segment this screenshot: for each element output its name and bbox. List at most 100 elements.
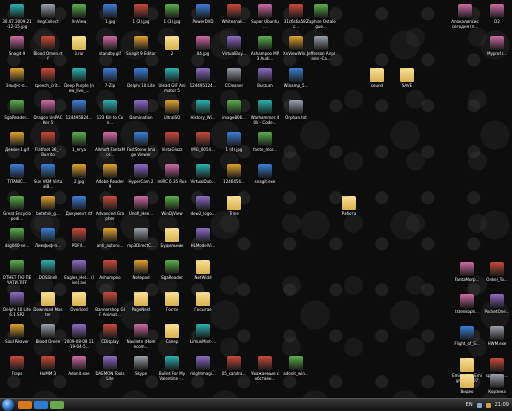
desktop-icon[interactable]: Flight_of_S... [452,326,482,358]
desktop-icon[interactable]: Orphan.txt [281,100,311,132]
desktop-icon[interactable]: 2009-08-08 11-19-04-5... [64,324,94,356]
desktop-icon[interactable]: Bullet For My Valentine -... [157,356,187,388]
desktop-icon[interactable]: Allmoft FantaMor... [95,132,125,164]
start-button[interactable] [2,399,14,411]
desktop-icon[interactable]: Демон-1.gif [2,132,32,164]
desktop-icon[interactable]: SgaReader... [2,100,32,132]
desktop-icon[interactable]: dsg040-se... [2,228,32,260]
desktop-icon[interactable]: Уважаемые собствен... [250,356,280,388]
desktop-icon[interactable]: standby.gif [95,36,125,68]
desktop-icon[interactable]: VistaGlazz [157,132,187,164]
desktop-icon[interactable]: Overlord [64,292,94,324]
desktop-icon[interactable]: History_Wi... [188,100,218,132]
desktop-icon[interactable]: FastStone Image Viewer [126,132,156,164]
desktop-icon[interactable]: 2.jpg [64,164,94,196]
desktop-icon[interactable]: Download Master [33,292,63,324]
desktop-icon[interactable]: Bannershop GIF Animat... [95,292,125,324]
desktop-icon[interactable]: 1 (4).jpg [219,132,249,164]
desktop-icon[interactable]: UltraISO [157,100,187,132]
language-indicator[interactable]: EN [466,402,473,408]
desktop-icon[interactable]: 124495124... [188,68,218,100]
desktop-icon[interactable]: 1 (2).jpg [126,4,156,36]
desktop-icon[interactable]: mightmagi... [188,356,218,388]
desktop-icon[interactable]: SgaReader [157,260,187,292]
desktop-icon[interactable]: Ashampoo MP3 Audi... [250,36,280,68]
desktop-icon[interactable]: Dragon UnPACKer 5 [33,100,63,132]
desktop-icon[interactable]: HoMM 3 [33,356,63,388]
desktop-icon[interactable]: adonit_win... [281,356,311,388]
clock[interactable]: 21:09 [495,402,509,408]
desktop-icon[interactable]: image806... [219,100,249,132]
desktop-icon[interactable]: Blood Omen.rtf [33,36,63,68]
desktop-icon[interactable]: LimuxMint-... [188,324,218,356]
desktop-icon[interactable]: Myprof.r... [482,36,512,68]
desktop-icon[interactable]: 1246456... [219,164,249,196]
desktop-icon[interactable]: 2 [157,36,187,68]
desktop-icon[interactable]: PageNest [126,292,156,324]
desktop-icon[interactable]: PocketOne... [482,294,512,326]
desktop-icon[interactable]: Trine [219,196,249,228]
desktop-icon[interactable]: Onkel_To... [482,262,512,294]
desktop-icon[interactable]: 05_sandra... [219,356,249,388]
desktop-icon[interactable]: PDF4... [64,228,94,260]
desktop-icon[interactable]: Winamp_5... [281,68,311,100]
desktop-icon[interactable]: mIRC 6.35 Rus [157,164,187,196]
desktop-icon[interactable]: Будильник [157,228,187,260]
desktop-icon[interactable]: sound [362,68,392,100]
desktop-icon[interactable]: Whitesnak... [219,4,249,36]
desktop-icon[interactable]: 04.jpg [188,36,218,68]
desktop-icon[interactable]: snagit.exe [250,164,280,196]
desktop-icon[interactable]: 3.rar [64,36,94,68]
desktop-icon[interactable]: Госыгае [188,292,218,324]
desktop-icon[interactable]: anti_autoru... [95,228,125,260]
desktop-icon[interactable]: Документ.rtf [64,196,94,228]
desktop-icon[interactable]: Eagles_Hel... (live).avi [64,260,94,292]
desktop-icon[interactable]: 1_ягуа [64,132,94,164]
desktop-icon[interactable]: VirtualDub... [188,164,218,196]
desktop-icon[interactable]: betehin_g... [33,196,63,228]
desktop-icon[interactable]: Ashampoo [95,260,125,292]
desktop-icon[interactable]: Warhammer 40k - Code... [250,100,280,132]
desktop-icon[interactable]: Zaphire Ostalogue... [306,4,336,36]
desktop-icon[interactable]: Blood Omen [33,324,63,356]
desktop-icon[interactable]: Super Ubuntu ... [250,4,280,36]
desktop-icon[interactable]: Корзина [482,374,512,398]
desktop-icon[interactable]: Notepad [126,260,156,292]
desktop-icon[interactable]: mp3DirectC... [126,228,156,260]
taskbar-app-icon[interactable] [34,401,48,409]
desktop-icon[interactable]: HWM.exe [482,326,512,358]
desktop-icon[interactable]: Работа [334,196,364,228]
desktop-icon[interactable]: Сапер [157,324,187,356]
desktop-icon[interactable]: Adobe Reader 9 [95,164,125,196]
desktop-icon[interactable]: 30.07.2009 21-12-15.jpg [2,4,32,36]
desktop-icon[interactable]: DAEMON Tools Lite [95,356,125,388]
desktop-icon[interactable]: Ulead GIF Animator 5 [157,68,187,100]
desktop-icon[interactable]: tstenkoph... [452,294,482,326]
desktop-icon[interactable]: Видео [452,374,482,398]
desktop-icon[interactable]: 1.jpg [95,4,125,36]
desktop-icon[interactable]: CCleaner [219,68,249,100]
desktop-icon[interactable]: Jefferson Airplane -Ca... [306,36,336,68]
desktop-icon[interactable]: speech_crit... [33,68,63,100]
desktop-icon[interactable]: D2 [482,4,512,36]
desktop-icon[interactable]: Snagit 9 [2,36,32,68]
desktop-icon[interactable]: PowerDVD [188,4,218,36]
desktop-icon[interactable]: Лимфиф-п... [33,228,63,260]
desktop-icon[interactable]: CDisplay [95,324,125,356]
desktop-icon[interactable]: Deep Purple (new_live_... [64,68,94,100]
desktop-icon[interactable]: Snagit 9 Editor [126,36,156,68]
network-icon[interactable] [476,402,482,408]
volume-icon[interactable] [485,402,491,408]
desktop-icon[interactable]: VirtualBoy... [219,36,249,68]
desktop-icon[interactable]: Soul Reaver [2,324,32,356]
desktop-icon[interactable]: Эльф-с-п... [2,68,32,100]
desktop-icon[interactable]: Flatfoot 36_ - Burrito [33,132,63,164]
desktop-icon[interactable]: TITANIC... [2,164,32,196]
desktop-icon[interactable]: NetWidd [188,260,218,292]
desktop-icon[interactable]: Fraps [2,356,32,388]
desktop-icon[interactable]: Damination [126,100,156,132]
desktop-icon[interactable]: 7-Zip [95,68,125,100]
desktop-icon[interactable]: HyperCam 2 [126,164,156,196]
desktop-icon[interactable]: OTHET ГЮ ПЕЧАТИ.TIFF [2,260,32,292]
desktop-icon[interactable]: 123 Kill to Con... [95,100,125,132]
